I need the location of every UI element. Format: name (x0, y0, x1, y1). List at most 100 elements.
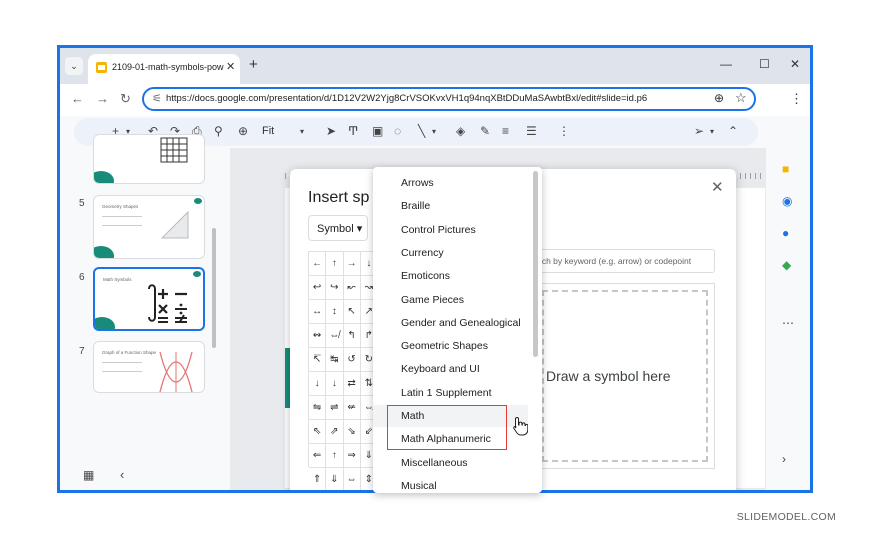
symbol-cell[interactable]: ↩ (309, 276, 327, 300)
category-option[interactable]: Miscellaneous (401, 457, 468, 469)
slide-thumbnail[interactable]: Graph of a Function Shape (93, 341, 205, 393)
category-option[interactable]: Emoticons (401, 270, 450, 282)
collapse-filmstrip-icon[interactable]: ‹ (120, 467, 124, 482)
symbol-cell[interactable]: ↓ (326, 372, 344, 396)
thumb-title: Graph of a Function Shape (102, 350, 157, 355)
symbol-cell[interactable]: ⇘ (343, 420, 361, 444)
symbol-cell[interactable]: ↰ (343, 324, 361, 348)
select-cursor-icon[interactable]: ➤ (326, 124, 336, 138)
border-dash-icon[interactable]: ☰ (526, 124, 537, 138)
symbol-cell[interactable]: ⇍ (343, 396, 361, 420)
contacts-icon[interactable]: ● (782, 226, 789, 240)
symbol-cell[interactable]: ⇶ (344, 492, 361, 493)
category-option[interactable]: Geometric Shapes (401, 340, 488, 352)
category-option[interactable]: Latin 1 Supplement (401, 387, 491, 399)
border-weight-icon[interactable]: ≡ (502, 124, 509, 138)
bookmark-star-icon[interactable]: ☆ (735, 90, 747, 106)
zoom-icon[interactable]: ⊕ (714, 91, 724, 105)
pen-chevron-icon[interactable]: ▾ (710, 127, 714, 136)
tab-close-icon[interactable]: ✕ (226, 60, 235, 73)
symbol-cell[interactable]: ⇖ (309, 420, 327, 444)
symbol-cell[interactable]: ← (309, 252, 327, 276)
symbol-cell[interactable]: ⇗ (326, 420, 344, 444)
category-option[interactable]: Gender and Genealogical (401, 317, 521, 329)
tasks-icon[interactable]: ◉ (782, 194, 792, 208)
maps-icon[interactable]: ◆ (782, 258, 791, 272)
close-icon[interactable]: ✕ (711, 178, 724, 196)
symbol-cell[interactable]: ↪ (326, 276, 344, 300)
border-color-icon[interactable]: ✎ (480, 124, 490, 138)
symbol-cell[interactable]: ⇎ (326, 324, 344, 348)
category-option[interactable]: Control Pictures (401, 224, 476, 236)
more-addons-icon[interactable]: ⋯ (782, 316, 794, 330)
symbol-cell[interactable]: ↓ (309, 372, 327, 396)
thumb-decoration (194, 198, 202, 204)
symbol-cell[interactable]: ⇋ (309, 396, 327, 420)
symbol-cell[interactable]: ⇥ (326, 492, 343, 493)
symbol-cell[interactable]: ↹ (326, 348, 344, 372)
expand-side-panel-icon[interactable]: › (782, 452, 786, 466)
symbol-cell[interactable]: ⇄ (343, 372, 361, 396)
symbol-cell[interactable]: ⇔ (344, 468, 361, 490)
line-chevron-icon[interactable]: ▾ (432, 127, 436, 136)
text-box-icon[interactable]: Ͳ (348, 124, 358, 138)
symbol-cell[interactable]: ↕ (326, 300, 344, 324)
zoom-select[interactable]: Fit (262, 125, 274, 137)
category-option[interactable]: Musical (401, 480, 437, 492)
symbol-cell[interactable]: ⇓ (326, 468, 344, 490)
zoom-chevron-icon[interactable]: ▾ (300, 127, 304, 136)
symbol-cell[interactable]: → (343, 252, 361, 276)
symbol-cell[interactable]: ↑ (326, 252, 344, 276)
tab-search-chevron-icon[interactable]: ⌄ (65, 57, 83, 75)
slide-thumbnail[interactable] (93, 134, 205, 184)
category-option[interactable]: Game Pieces (401, 294, 464, 306)
category-option[interactable]: Currency (401, 247, 444, 259)
symbol-cell[interactable]: ↭ (309, 324, 327, 348)
back-arrow-icon[interactable]: ← (71, 91, 84, 106)
filmstrip-scrollbar[interactable] (212, 228, 216, 348)
category-option[interactable]: Keyboard and UI (401, 363, 480, 375)
symbol-cell[interactable]: ↺ (343, 348, 361, 372)
paint-format-icon[interactable]: ⚲ (214, 124, 223, 138)
symbol-search-input[interactable]: rch by keyword (e.g. arrow) or codepoint (535, 249, 715, 273)
pen-tool-icon[interactable]: ➢ (694, 124, 704, 138)
fill-color-icon[interactable]: ◈ (456, 124, 465, 138)
new-tab-button[interactable]: + (249, 56, 258, 73)
keep-icon[interactable]: ■ (782, 162, 789, 176)
more-tools-icon[interactable]: ⋮ (558, 124, 570, 138)
category-select[interactable]: Symbol ▾ (308, 215, 368, 241)
zoom-tool-icon[interactable]: ⊕ (238, 124, 248, 138)
browser-menu-icon[interactable]: ⋮ (790, 91, 803, 107)
symbol-cell[interactable]: ⇌ (326, 396, 344, 420)
slides-favicon-icon (96, 62, 107, 73)
symbol-cell[interactable]: ↑ (326, 444, 344, 468)
symbol-cell[interactable]: ⇐ (309, 444, 327, 468)
slide-number: 7 (79, 346, 85, 357)
symbol-cell[interactable]: ⇤ (309, 492, 326, 493)
line-icon[interactable]: ╲ (418, 124, 425, 138)
category-option[interactable]: Braille (401, 200, 430, 212)
symbol-cell[interactable]: ⇑ (309, 468, 327, 490)
symbol-cell[interactable]: ⇒ (343, 444, 361, 468)
grid-view-icon[interactable]: ▦ (83, 468, 94, 482)
dropdown-scrollbar[interactable] (533, 171, 538, 357)
maximize-button[interactable]: ☐ (759, 57, 770, 71)
symbol-cell[interactable]: ↖ (343, 300, 361, 324)
minimize-button[interactable]: — (720, 57, 732, 71)
forward-arrow-icon[interactable]: → (96, 91, 109, 106)
browser-tab[interactable]: 2109-01-math-symbols-powerp ✕ (88, 54, 240, 84)
url-input[interactable]: ⚟ https://docs.google.com/presentation/d… (142, 87, 756, 111)
slide-thumbnail-selected[interactable]: Math Symbols (93, 267, 205, 331)
draw-symbol-area[interactable]: Draw a symbol here (535, 283, 715, 469)
symbol-cell[interactable]: ↜ (343, 276, 361, 300)
close-window-button[interactable]: ✕ (790, 57, 800, 71)
slide-thumbnail[interactable]: Geometry Shapes (93, 195, 205, 259)
shape-icon[interactable]: ◌ (394, 124, 401, 138)
reload-icon[interactable]: ↻ (120, 91, 131, 107)
site-settings-icon[interactable]: ⚟ (152, 92, 162, 105)
symbol-cell[interactable]: ↸ (309, 348, 327, 372)
insert-image-icon[interactable]: ▣ (372, 124, 383, 138)
collapse-toolbar-icon[interactable]: ⌃ (728, 124, 738, 138)
category-option[interactable]: Arrows (401, 177, 434, 189)
symbol-cell[interactable]: ↔ (309, 300, 327, 324)
